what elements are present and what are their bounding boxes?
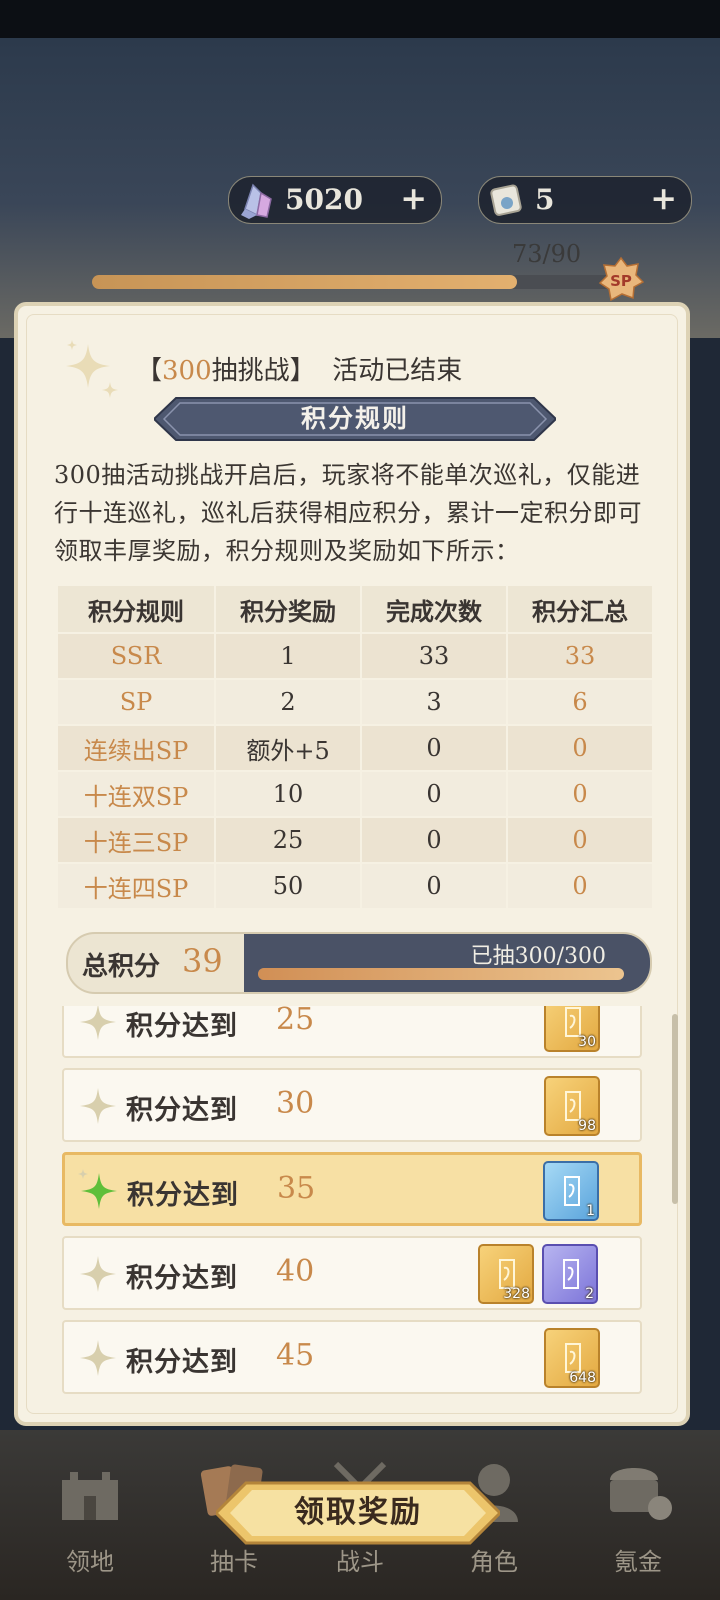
table-row: 十连三SP 25 0 0 xyxy=(58,816,654,863)
nav-shop[interactable]: 氪金 xyxy=(578,1440,698,1590)
challenge-panel: 【300抽挑战】 活动已结束 积分规则 300抽活动挑战开启后，玩家将不能单次巡… xyxy=(14,302,690,1426)
star-icon xyxy=(80,1256,116,1292)
reward-item[interactable]: 积分达到 30 98 xyxy=(62,1068,642,1142)
sparkle-icon xyxy=(66,340,118,398)
rules-table: 积分规则 积分奖励 完成次数 积分汇总 SSR 1 33 33 SP 2 3 6… xyxy=(58,586,654,908)
sp-badge-text: SP xyxy=(610,272,632,290)
reward-item-claimable[interactable]: 积分达到 35 1 xyxy=(62,1152,642,1226)
crystal-count: 5020 xyxy=(285,183,363,216)
total-points-value: 39 xyxy=(182,942,223,980)
crystal-currency[interactable]: 5020 + xyxy=(228,176,442,224)
table-row: SSR 1 33 33 xyxy=(58,632,654,679)
section-title: 积分规则 xyxy=(300,404,409,433)
draw-progress-bar xyxy=(258,968,624,980)
total-points-bar: 总积分 39 已抽300/300 xyxy=(66,932,652,994)
scroll-ticket-icon xyxy=(490,184,522,216)
add-ticket-button[interactable]: + xyxy=(650,179,677,217)
reward-card[interactable]: 98 xyxy=(544,1076,600,1136)
crystal-icon xyxy=(241,183,272,219)
add-crystal-button[interactable]: + xyxy=(400,179,427,217)
reward-item[interactable]: 积分达到 45 648 xyxy=(62,1320,642,1394)
column-header: 积分规则 xyxy=(58,586,217,633)
sp-progress-text: 73/90 xyxy=(512,240,582,268)
total-points-label: 总积分 xyxy=(82,952,161,982)
column-header: 积分汇总 xyxy=(507,586,654,633)
ticket-glyph-icon xyxy=(563,1259,579,1289)
reward-item[interactable]: 积分达到 25 30 xyxy=(62,1006,642,1058)
star-icon xyxy=(80,1088,116,1124)
panel-title: 【300抽挑战】 活动已结束 xyxy=(136,356,463,386)
column-header: 积分奖励 xyxy=(215,586,363,633)
event-status: 活动已结束 xyxy=(332,356,463,386)
table-row: SP 2 3 6 xyxy=(58,678,654,725)
reward-card[interactable]: 648 xyxy=(544,1328,600,1388)
draw-count-text: 已抽300/300 xyxy=(470,944,606,969)
reward-card[interactable]: 30 xyxy=(544,1006,600,1052)
reward-list-scrollbar[interactable] xyxy=(672,1014,678,1204)
star-icon xyxy=(80,1006,116,1040)
ticket-glyph-icon xyxy=(564,1176,580,1206)
ticket-count: 5 xyxy=(535,183,555,216)
rules-description: 300抽活动挑战开启后，玩家将不能单次巡礼，仅能进行十连巡礼，巡礼后获得相应积分… xyxy=(54,461,642,565)
castle-icon xyxy=(62,1472,118,1520)
reward-card[interactable]: 328 xyxy=(478,1244,534,1304)
column-header: 完成次数 xyxy=(361,586,508,633)
reward-item[interactable]: 积分达到 40 328 2 xyxy=(62,1236,642,1310)
table-row: 十连双SP 10 0 0 xyxy=(58,770,654,817)
reward-card[interactable]: 1 xyxy=(543,1161,599,1221)
nav-territory[interactable]: 领地 xyxy=(30,1440,150,1590)
reward-card[interactable]: 2 xyxy=(542,1244,598,1304)
star-icon xyxy=(80,1340,116,1376)
ticket-currency[interactable]: 5 + xyxy=(478,176,692,224)
reward-list[interactable]: 积分达到 25 30 积分达到 30 98 积分达到 35 1 积分达到 40 … xyxy=(62,1006,656,1402)
claim-reward-button[interactable]: 领取奖励 xyxy=(216,1480,500,1546)
status-bar xyxy=(0,0,720,38)
green-star-icon xyxy=(78,1169,117,1209)
sp-progress-bar xyxy=(92,275,616,289)
table-row: 十连四SP 50 0 0 xyxy=(58,862,654,908)
table-row: 连续出SP 额外+5 0 0 xyxy=(58,724,654,771)
sp-badge-icon: SP xyxy=(598,256,644,302)
treasure-icon xyxy=(610,1468,672,1520)
